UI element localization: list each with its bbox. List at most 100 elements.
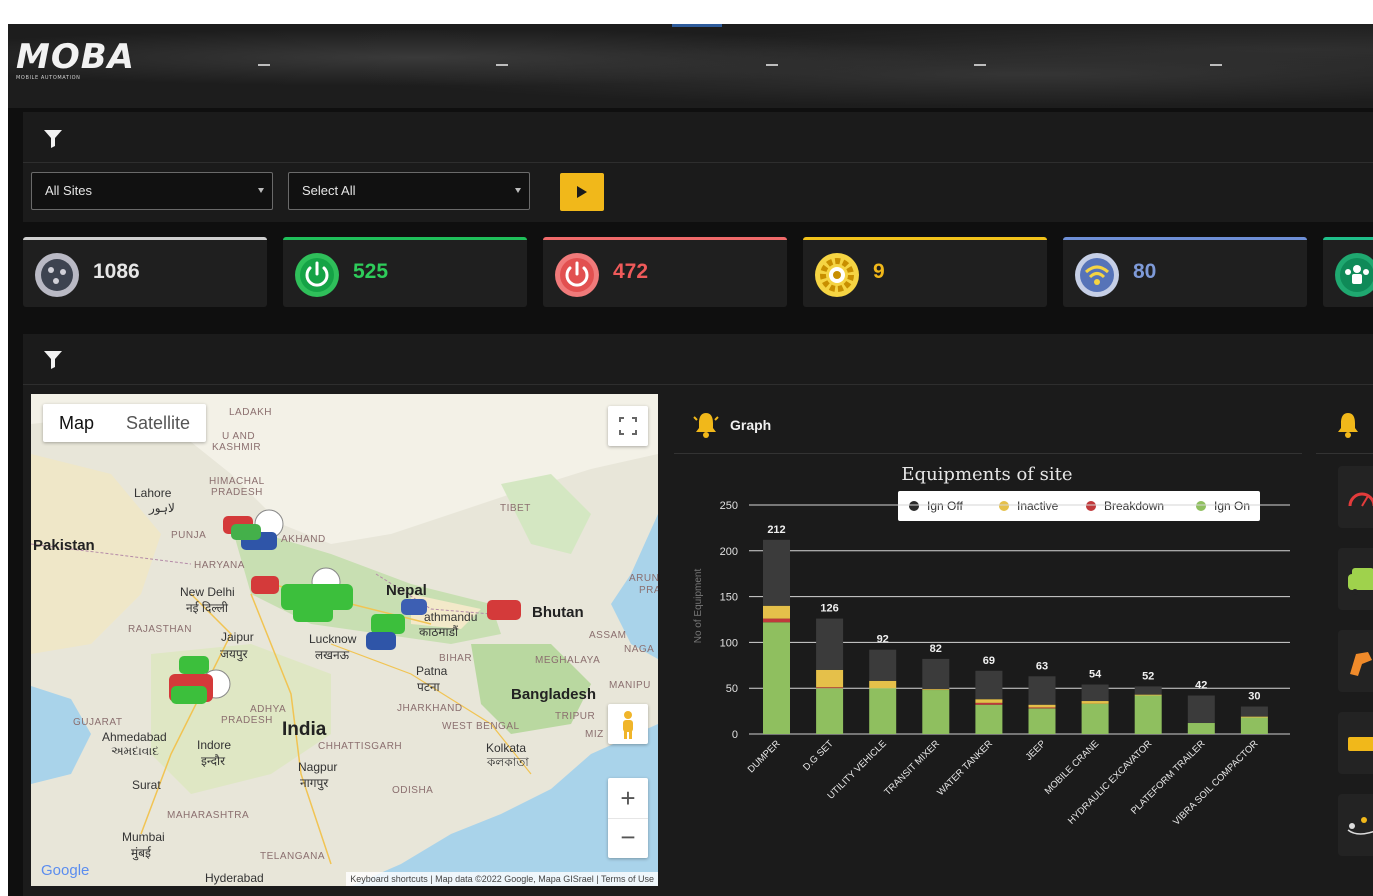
map-label: Indore <box>197 738 232 752</box>
status-bar-icon <box>1348 737 1373 751</box>
breakdown-gear-icon <box>815 253 859 297</box>
chart-data-label: 54 <box>1089 669 1102 681</box>
chart-y-tick: 100 <box>720 637 738 649</box>
stat-breakdown-value: 9 <box>873 260 885 283</box>
chart-bar-segment <box>1187 695 1215 724</box>
chart-x-tick: UTILITY VEHICLE <box>826 738 889 801</box>
map-label: PRADESH <box>221 715 273 726</box>
stat-card-ign-on[interactable]: 525 <box>283 237 527 307</box>
chart-data-label: 42 <box>1195 680 1207 692</box>
pegman-icon <box>623 711 633 739</box>
chart-legend-swatch <box>1196 501 1206 511</box>
map-panel-header <box>23 334 1373 385</box>
chart-bar-segment <box>1081 703 1109 734</box>
chart-bar-segment <box>1134 686 1162 695</box>
map-label: LADAKH <box>229 407 273 418</box>
stat-card-offline[interactable]: 80 <box>1063 237 1307 307</box>
map-label: TELANGANA <box>260 851 326 862</box>
chart-legend-label: Breakdown <box>1104 499 1164 513</box>
chart-y-tick: 200 <box>720 546 738 558</box>
nav-item-3[interactable] <box>766 64 778 66</box>
map-type-satellite-button[interactable]: Satellite <box>110 404 206 442</box>
chart-bar-segment <box>816 669 844 688</box>
chart-bar-segment <box>869 649 897 681</box>
stat-card-ign-off[interactable]: 472 <box>543 237 787 307</box>
chart-bar-segment <box>1081 701 1109 704</box>
map-label: Surat <box>132 778 161 792</box>
nav-item-1[interactable] <box>258 64 270 66</box>
alert-tile-geofence[interactable] <box>1338 794 1373 856</box>
chart-bar-segment <box>975 702 1003 705</box>
bell-alert-icon <box>693 413 719 438</box>
alert-tile-vehicle[interactable] <box>1338 548 1373 610</box>
stat-card-breakdown[interactable]: 9 <box>803 237 1047 307</box>
alert-tile-fuel[interactable] <box>1338 630 1373 692</box>
map-label: HARYANA <box>194 560 245 571</box>
map-label: PUNJA <box>171 530 207 541</box>
type-select-value: Select All <box>302 183 356 198</box>
chart-bar-segment <box>922 690 950 734</box>
nav-item-5[interactable] <box>1210 64 1222 66</box>
geofence-pin-icon <box>1347 817 1373 835</box>
map-attribution[interactable]: Keyboard shortcuts | Map data ©2022 Goog… <box>346 872 658 886</box>
chart-y-tick: 150 <box>720 592 738 604</box>
chart-x-tick: MOBILE CRANE <box>1043 738 1102 797</box>
chart-y-tick: 50 <box>726 683 738 695</box>
site-map[interactable]: Map Satellite + − Pakistan Lahore لاہور H… <box>31 394 658 886</box>
nav-item-2[interactable] <box>496 64 508 66</box>
equipment-type-select[interactable]: Select All <box>288 172 530 210</box>
map-label: Jaipur <box>221 630 254 644</box>
map-label: Nagpur <box>298 760 338 774</box>
map-label: मुंबई <box>131 846 151 860</box>
chart-bar-segment <box>1028 704 1056 708</box>
alert-tile-status[interactable] <box>1338 712 1373 774</box>
stat-card-total[interactable]: 1086 <box>23 237 267 307</box>
google-logo[interactable]: Google <box>41 862 89 879</box>
filter-icon[interactable] <box>42 348 64 370</box>
chart-bar-segment <box>763 605 790 619</box>
map-label: नागपुर <box>300 776 329 790</box>
site-select[interactable]: All Sites <box>31 172 273 210</box>
fullscreen-button[interactable] <box>608 406 648 446</box>
map-label: लखनऊ <box>315 648 350 662</box>
chart-data-label: 92 <box>877 634 889 646</box>
divider <box>1316 453 1373 454</box>
map-label: TRIPUR <box>555 711 596 722</box>
graph-title: Graph <box>730 417 772 433</box>
chart-bar-segment <box>869 680 897 689</box>
alert-tile-overspeed[interactable] <box>1338 466 1373 528</box>
map-label: Ahmedabad <box>102 730 167 744</box>
chart-bar-segment <box>975 670 1003 700</box>
map-label: PRA <box>639 585 658 596</box>
map-label: HIMACHAL <box>209 476 265 487</box>
map-label: ADHYA <box>250 704 287 715</box>
chart-bar-segment <box>922 689 950 691</box>
map-label: Kolkata <box>486 741 527 755</box>
map-label: U AND <box>222 431 256 442</box>
chart-data-label: 126 <box>820 603 838 615</box>
apply-filter-button[interactable] <box>560 173 604 211</box>
filter-icon[interactable] <box>42 127 64 149</box>
equipment-icon <box>35 253 79 297</box>
equipment-bar-chart: Equipments of site No of Equipment Ign O… <box>693 464 1290 828</box>
map-label: KASHMIR <box>212 442 262 453</box>
chart-bar-segment <box>1134 694 1162 696</box>
chart-legend-swatch <box>999 501 1009 511</box>
map-label: काठमाडौं <box>419 625 459 639</box>
moba-logo[interactable]: MOBA MOBILE AUTOMATION <box>16 40 156 81</box>
zoom-in-button[interactable]: + <box>608 778 648 818</box>
street-view-pegman[interactable] <box>608 704 648 744</box>
map-type-map-button[interactable]: Map <box>43 404 110 442</box>
chart-x-tick: WATER TANKER <box>935 738 995 798</box>
power-on-icon <box>295 253 339 297</box>
power-off-icon <box>555 253 599 297</box>
chart-bar-segment <box>1187 723 1215 734</box>
chart-bar-segment <box>816 687 844 689</box>
fuel-nozzle-icon <box>1350 652 1372 676</box>
zoom-out-button[interactable]: − <box>608 818 648 859</box>
map-label: Patna <box>416 664 448 678</box>
stat-card-more[interactable] <box>1323 237 1373 307</box>
map-label: અમદાવાદ <box>111 744 159 758</box>
nav-item-4[interactable] <box>974 64 986 66</box>
chart-bar-segment <box>1081 684 1109 702</box>
